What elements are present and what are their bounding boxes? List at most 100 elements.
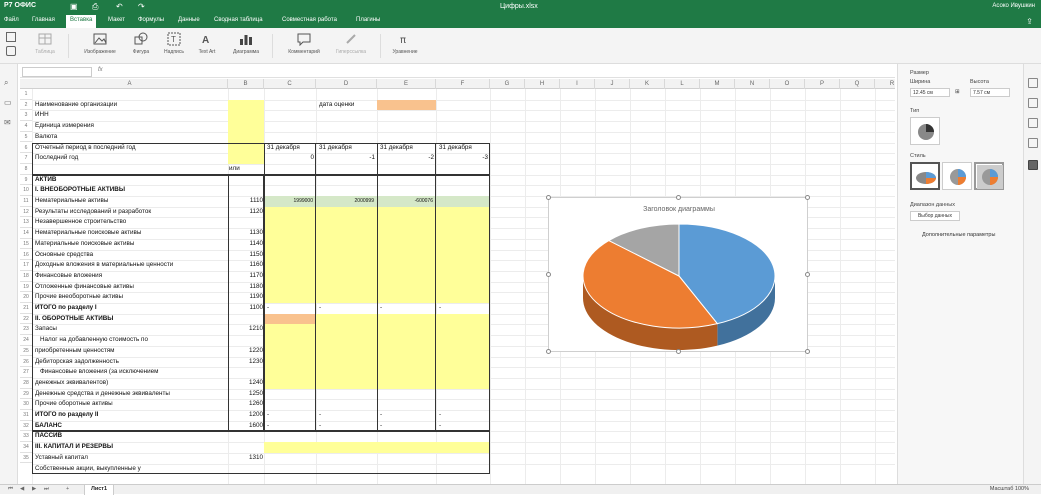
height-input[interactable]: 7.57 см (970, 88, 1010, 97)
comments-icon[interactable]: ▭ (4, 98, 14, 108)
row-header[interactable]: 24 (20, 335, 32, 346)
cell-inn[interactable]: ИНН (35, 110, 49, 120)
tab-layout[interactable]: Макет (108, 17, 125, 23)
row-header[interactable]: 23 (20, 324, 32, 336)
chart-type-selector[interactable] (910, 117, 940, 145)
tab-plugins[interactable]: Плагины (356, 17, 380, 23)
row-header[interactable]: 35 (20, 453, 32, 464)
column-header[interactable]: L (665, 79, 700, 89)
undo-icon[interactable]: ↶ (116, 2, 123, 11)
row-header[interactable]: 21 (20, 303, 32, 314)
row-header[interactable]: 7 (20, 153, 32, 164)
row-header[interactable]: 11 (20, 196, 32, 207)
table-settings-icon[interactable] (1028, 98, 1038, 108)
name-box[interactable] (22, 67, 92, 77)
row-header[interactable]: 10 (20, 185, 32, 196)
column-header[interactable]: J (595, 79, 630, 89)
shape-settings-icon[interactable] (1028, 138, 1038, 148)
column-header[interactable]: M (700, 79, 735, 89)
row-header[interactable]: 30 (20, 399, 32, 410)
row-header[interactable]: 18 (20, 271, 32, 282)
tab-collaboration[interactable]: Совместная работа (282, 17, 337, 23)
row-header[interactable]: 20 (20, 292, 32, 303)
row-header[interactable]: 22 (20, 314, 32, 325)
print-icon[interactable]: ⎙ (92, 2, 98, 12)
search-icon[interactable]: ⌕ (4, 78, 14, 88)
column-header[interactable]: H (525, 79, 560, 89)
row-header[interactable]: 2 (20, 100, 32, 111)
tab-data[interactable]: Данные (178, 17, 200, 23)
prev-sheet-icon[interactable]: ◀ (20, 486, 24, 492)
row-header[interactable]: 8 (20, 164, 32, 175)
insert-textart-button[interactable]: A Text Art (192, 32, 222, 55)
row-header[interactable]: 26 (20, 357, 32, 368)
row-header[interactable]: 4 (20, 121, 32, 132)
row-header[interactable]: 17 (20, 260, 32, 271)
resize-handle[interactable] (805, 349, 810, 354)
image-settings-icon[interactable] (1028, 118, 1038, 128)
row-header[interactable]: 16 (20, 250, 32, 261)
row-header[interactable]: 15 (20, 239, 32, 250)
row-header[interactable]: 1 (20, 89, 32, 100)
row-header[interactable]: 12 (20, 207, 32, 218)
resize-handle[interactable] (805, 272, 810, 277)
insert-equation-button[interactable]: π Уравнение (388, 32, 422, 55)
column-header[interactable]: R (875, 79, 895, 89)
user-name[interactable]: Асоко Ивушкин (992, 3, 1035, 9)
column-header[interactable]: B (228, 79, 264, 89)
resize-handle[interactable] (676, 349, 681, 354)
first-sheet-icon[interactable]: ⏮ (8, 486, 13, 493)
row-header[interactable]: 9 (20, 175, 32, 186)
last-sheet-icon[interactable]: ⏭ (44, 486, 49, 493)
width-input[interactable]: 12.45 см (910, 88, 950, 97)
row-header[interactable]: 29 (20, 389, 32, 400)
insert-textbox-button[interactable]: T Надпись (160, 32, 188, 55)
column-header[interactable]: D (316, 79, 377, 89)
column-header[interactable]: A (32, 79, 228, 89)
save-icon[interactable]: ▣ (70, 2, 78, 11)
column-header[interactable]: Q (840, 79, 875, 89)
share-icon[interactable]: ⇪ (1026, 17, 1033, 26)
column-header[interactable]: F (436, 79, 490, 89)
pie-chart[interactable]: Заголовок диаграммы (546, 195, 810, 354)
row-header[interactable]: 27 (20, 367, 32, 378)
row-header[interactable]: 32 (20, 421, 32, 432)
copy-icon[interactable] (6, 32, 16, 42)
column-header[interactable]: O (770, 79, 805, 89)
cell-date-label[interactable]: дата оценки (319, 100, 354, 110)
insert-shape-button[interactable]: Фигура (128, 32, 154, 55)
tab-formulas[interactable]: Формулы (138, 17, 164, 23)
row-header[interactable]: 5 (20, 132, 32, 143)
add-sheet-icon[interactable]: + (66, 486, 69, 492)
column-header[interactable]: G (490, 79, 525, 89)
tab-pivot[interactable]: Сводная таблица (214, 17, 263, 23)
tab-home[interactable]: Главная (32, 17, 55, 23)
insert-image-button[interactable]: Изображение (78, 32, 122, 55)
redo-icon[interactable]: ↷ (138, 2, 145, 11)
row-header[interactable]: 28 (20, 378, 32, 389)
select-data-button[interactable]: Выбор данных (910, 211, 960, 221)
row-header[interactable]: 34 (20, 442, 32, 453)
row-header[interactable]: 25 (20, 346, 32, 357)
row-header[interactable]: 31 (20, 410, 32, 421)
resize-handle[interactable] (546, 272, 551, 277)
resize-handle[interactable] (805, 195, 810, 200)
cell-settings-icon[interactable] (1028, 78, 1038, 88)
row-header[interactable]: 19 (20, 282, 32, 293)
chart-settings-icon[interactable] (1028, 160, 1038, 170)
row-header[interactable]: 6 (20, 143, 32, 154)
insert-comment-button[interactable]: Комментарий (284, 32, 324, 55)
chat-icon[interactable]: ✉ (4, 118, 14, 128)
row-header[interactable]: 33 (20, 431, 32, 443)
paste-icon[interactable] (6, 46, 16, 56)
chart-style-1[interactable] (910, 162, 940, 190)
tab-insert[interactable]: Вставка (66, 15, 97, 28)
row-header[interactable]: 13 (20, 217, 32, 229)
cell-currency[interactable]: Валюта (35, 132, 57, 142)
chart-style-3[interactable] (974, 162, 1004, 190)
resize-handle[interactable] (546, 195, 551, 200)
tab-file[interactable]: Файл (4, 17, 19, 23)
zoom-level[interactable]: Масштаб 100% (990, 486, 1029, 492)
lock-aspect-icon[interactable]: ⊞ (955, 89, 960, 95)
row-header[interactable]: 3 (20, 110, 32, 122)
